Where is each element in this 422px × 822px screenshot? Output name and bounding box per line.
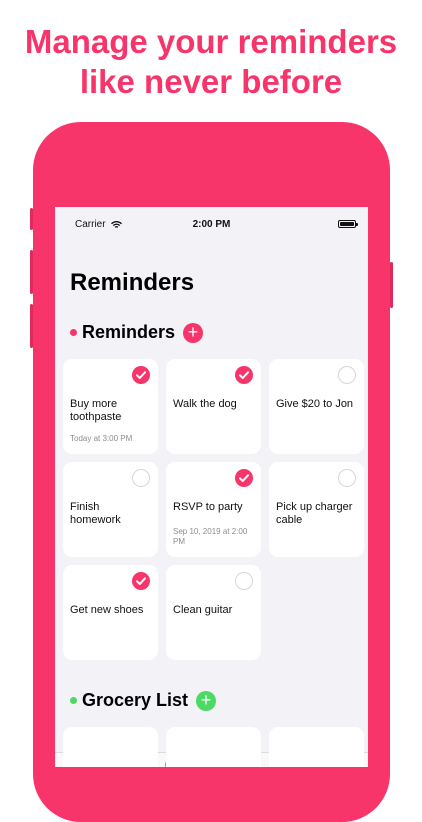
reminder-title: Clean guitar	[173, 604, 233, 616]
reminder-title: Pick up charger cable	[276, 501, 353, 526]
reminder-card[interactable]: Clean guitar	[166, 565, 261, 660]
reminder-title: Buy more toothpaste	[70, 398, 122, 423]
reminder-card[interactable]: Buy more toothpaste Today at 3:00 PM	[63, 359, 158, 454]
headline-line-2: like never before	[79, 63, 343, 100]
reminder-card[interactable]	[269, 727, 364, 767]
reminder-card[interactable]: Give $20 to Jon	[269, 359, 364, 454]
marketing-headline: Manage your reminders like never before	[0, 22, 422, 102]
reminder-card[interactable]	[166, 727, 261, 767]
reminder-title: RSVP to party	[173, 501, 243, 513]
reminder-card[interactable]: Finish homework	[63, 462, 158, 557]
checked-circle-icon[interactable]	[235, 469, 253, 487]
battery-icon	[338, 220, 358, 228]
reminder-card[interactable]: Pick up charger cable	[269, 462, 364, 557]
unchecked-circle-icon[interactable]	[338, 366, 356, 384]
status-time: 2:00 PM	[192, 219, 231, 230]
reminder-card[interactable]: Walk the dog	[166, 359, 261, 454]
unchecked-circle-icon[interactable]	[132, 469, 150, 487]
reminder-due-date: Sep 10, 2019 at 2:00 PM	[173, 527, 248, 546]
section-color-dot	[70, 329, 77, 336]
status-bar: Carrier 2:00 PM	[55, 207, 368, 230]
section-title: Grocery List	[82, 690, 189, 710]
phone-side-button-left-1	[30, 208, 33, 230]
section-header: Grocery List +	[70, 690, 217, 711]
headline-line-1: Manage your reminders	[24, 23, 398, 60]
unchecked-circle-icon[interactable]	[338, 469, 356, 487]
section-title: Reminders	[82, 322, 176, 342]
section-header: Reminders +	[70, 322, 204, 343]
add-reminder-button[interactable]: +	[196, 690, 217, 711]
reminder-card[interactable]: RSVP to party Sep 10, 2019 at 2:00 PM	[166, 462, 261, 557]
checked-circle-icon[interactable]	[235, 366, 253, 384]
reminder-card[interactable]: Get new shoes	[63, 565, 158, 660]
reminder-title: Finish homework	[70, 501, 121, 526]
section-color-dot	[70, 697, 77, 704]
phone-side-button-left-2	[30, 250, 33, 294]
phone-side-button-right	[390, 262, 393, 308]
phone-screen: Carrier 2:00 PM Reminders Reminders + Buy …	[55, 207, 368, 767]
page-title: Reminders	[70, 269, 195, 296]
reminder-title: Give $20 to Jon	[276, 398, 354, 410]
checked-circle-icon[interactable]	[132, 366, 150, 384]
add-reminder-button[interactable]: +	[183, 322, 204, 343]
reminder-title: Get new shoes	[70, 604, 144, 616]
reminder-title: Walk the dog	[173, 398, 237, 410]
unchecked-circle-icon[interactable]	[235, 572, 253, 590]
reminder-card[interactable]	[63, 727, 158, 767]
checked-circle-icon[interactable]	[132, 572, 150, 590]
reminder-due-date: Today at 3:00 PM	[70, 434, 133, 443]
phone-side-button-left-3	[30, 304, 33, 348]
